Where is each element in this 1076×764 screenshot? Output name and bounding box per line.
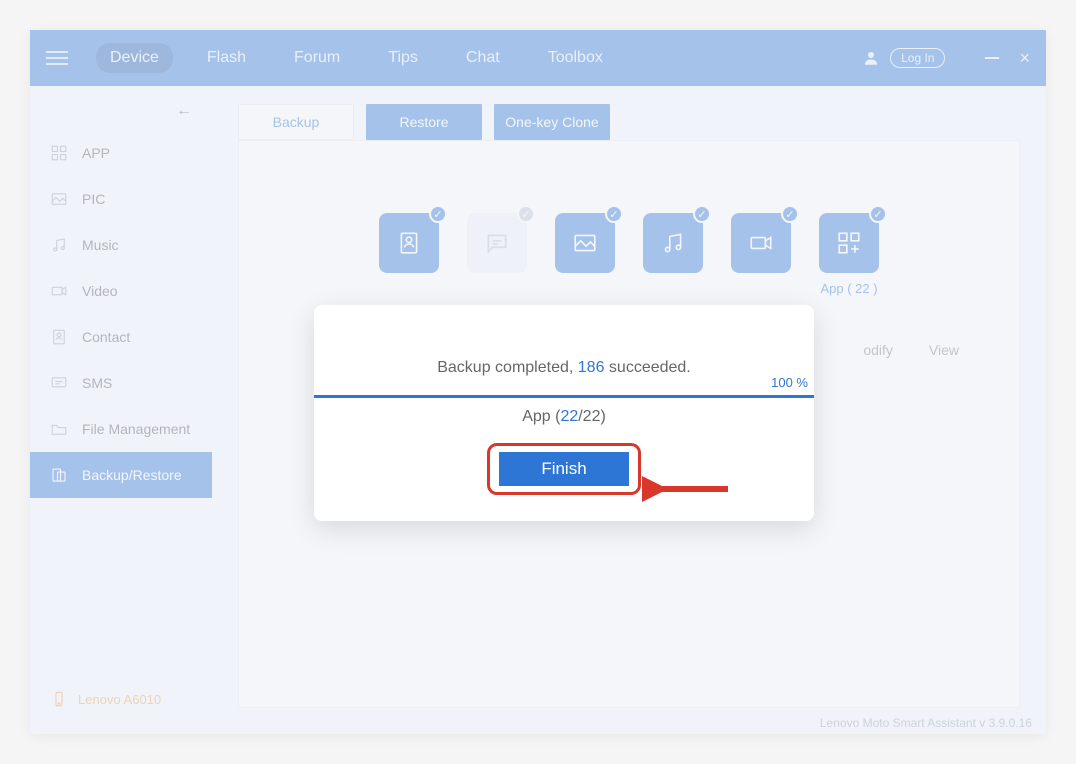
- progress-bar: 100 %: [314, 395, 814, 398]
- dialog-message: Backup completed, 186 succeeded.: [437, 359, 691, 377]
- progress-percent: 100 %: [771, 375, 808, 390]
- app-window: Device Flash Forum Tips Chat Toolbox Log…: [30, 30, 1046, 734]
- finish-button[interactable]: Finish: [499, 452, 629, 486]
- dialog-detail: App (22/22): [522, 408, 606, 426]
- backup-complete-dialog: Backup completed, 186 succeeded. 100 % A…: [314, 305, 814, 521]
